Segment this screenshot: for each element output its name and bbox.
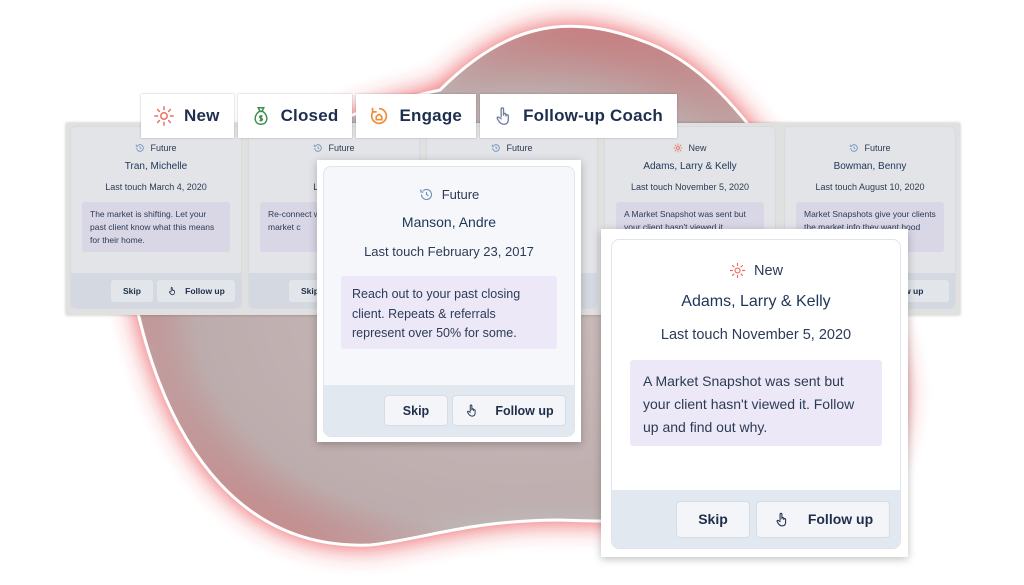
money-bag-icon	[254, 107, 268, 125]
follow-up-label: Follow up	[807, 511, 874, 527]
history-icon	[314, 144, 323, 152]
tab-follow-up-coach[interactable]: Follow-up Coach	[480, 94, 677, 138]
status-label: New	[688, 143, 707, 153]
coach-message: A Market Snapshot was sent but your clie…	[630, 360, 882, 446]
last-touch: Last touch November 5, 2020	[630, 182, 750, 192]
sun-icon	[673, 143, 684, 153]
history-icon	[420, 188, 432, 201]
skip-button[interactable]: Skip	[676, 500, 750, 538]
follow-up-button[interactable]: Follow up	[756, 500, 890, 538]
hand-pointer-icon	[169, 286, 175, 295]
status-label: Future	[506, 143, 533, 153]
hand-pointer-icon	[467, 404, 476, 417]
history-icon	[492, 144, 501, 152]
tab-label: Engage	[399, 106, 463, 125]
hand-pointer-icon	[776, 512, 786, 526]
skip-button[interactable]: Skip	[384, 395, 448, 426]
featured-card-future: Future Manson, Andre Last touch February…	[317, 160, 581, 442]
client-name: Adams, Larry & Kelly	[643, 161, 737, 172]
history-icon	[850, 144, 859, 152]
sun-icon	[729, 262, 746, 279]
tab-closed[interactable]: Closed	[237, 94, 353, 138]
follow-up-label: Follow up	[495, 403, 554, 418]
last-touch: Last touch February 23, 2017	[364, 244, 534, 259]
client-name: Adams, Larry & Kelly	[681, 293, 831, 310]
tab-label: New	[184, 106, 220, 125]
tab-engage[interactable]: Engage	[356, 94, 477, 138]
tab-label: Follow-up Coach	[523, 106, 663, 125]
category-tabs: New Closed Engage Follow-up Coach	[141, 94, 677, 138]
client-name: Manson, Andre	[401, 214, 497, 230]
follow-up-button[interactable]: Follow up	[157, 279, 235, 302]
client-name: Tran, Michelle	[124, 161, 188, 172]
engage-cycle-icon	[371, 107, 388, 125]
skip-button[interactable]: Skip	[111, 279, 153, 302]
client-name: Bowman, Benny	[833, 161, 907, 172]
follow-up-button[interactable]: Follow up	[452, 395, 566, 426]
follow-up-label: Follow up	[185, 285, 225, 296]
status-label: New	[753, 262, 783, 279]
hand-pointer-icon	[496, 107, 510, 125]
tab-label: Closed	[280, 106, 339, 125]
status-label: Future	[441, 187, 480, 202]
history-icon	[136, 144, 145, 152]
coach-message: The market is shifting. Let your past cl…	[82, 202, 230, 252]
last-touch: Last touch November 5, 2020	[660, 327, 852, 343]
coach-message: Reach out to your past closing client. R…	[341, 276, 557, 349]
tab-new[interactable]: New	[141, 94, 234, 138]
last-touch: Last touch August 10, 2020	[815, 182, 925, 192]
featured-card-new: New Adams, Larry & Kelly Last touch Nove…	[601, 229, 908, 557]
client-card: Future Tran, Michelle Last touch March 4…	[70, 126, 242, 309]
last-touch: Last touch March 4, 2020	[105, 182, 207, 192]
status-label: Future	[328, 143, 355, 153]
status-label: Future	[864, 143, 891, 153]
status-label: Future	[150, 143, 177, 153]
sun-icon	[154, 106, 174, 126]
